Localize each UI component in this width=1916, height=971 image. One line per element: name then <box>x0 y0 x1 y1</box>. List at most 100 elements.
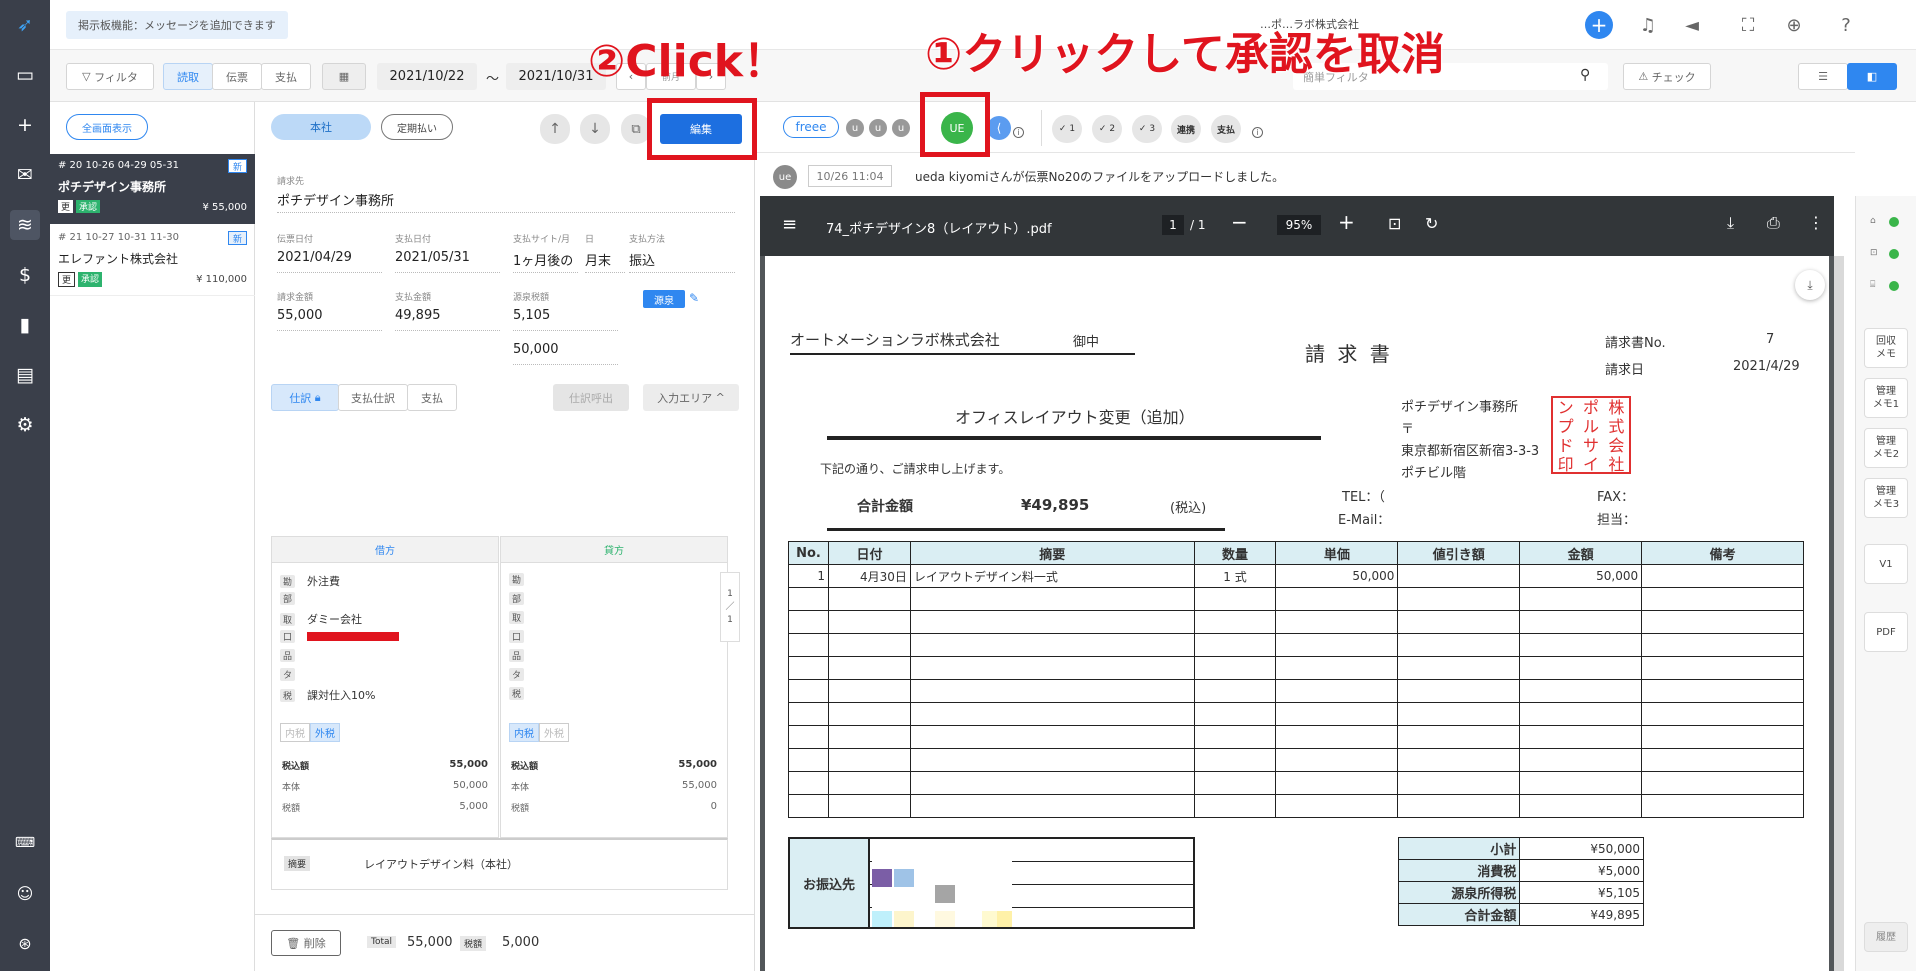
zoom-out-icon[interactable]: − <box>1231 210 1248 234</box>
tab-admin-memo-2[interactable]: 管理 メモ2 <box>1864 428 1908 468</box>
arrow-up-icon[interactable]: ↑ <box>540 114 570 144</box>
debit-row-account[interactable]: 勘外注費 <box>280 573 340 589</box>
tab-pay-shiwake[interactable]: 支払仕訳 <box>338 384 408 411</box>
credit-row-item[interactable]: 品 <box>509 649 524 662</box>
support-icon[interactable]: ⊕ <box>1780 11 1808 39</box>
logout-icon[interactable]: ⊛ <box>10 928 40 958</box>
debit-tax-in-toggle[interactable]: 内税 <box>280 723 310 742</box>
debit-tax-out-toggle[interactable]: 外税 <box>310 723 340 742</box>
list-item[interactable]: # 20 10-26 04-29 05-31 新 ポチデザイン事務所 更 承認 … <box>50 154 255 224</box>
credit-row-tag[interactable]: タ <box>509 668 524 681</box>
zoom-in-icon[interactable]: + <box>1338 210 1355 234</box>
debit-row-tag[interactable]: タ <box>280 668 307 681</box>
tab-collect-memo[interactable]: 回収 メモ <box>1864 328 1908 368</box>
edit-pencil-icon[interactable]: ✎ <box>689 291 699 305</box>
search-icon[interactable]: ⚲ <box>1580 67 1590 83</box>
add-circle-icon[interactable]: + <box>1585 11 1613 39</box>
memo-row[interactable]: 摘要 レイアウトデザイン料（本社） <box>271 838 728 890</box>
save-icon[interactable]: ⤓ <box>1795 270 1825 300</box>
debit-row-dept[interactable]: 部 <box>280 592 307 605</box>
pay-method-value[interactable]: 振込 <box>629 250 655 269</box>
check-1-button[interactable]: ✓ 1 <box>1052 115 1082 143</box>
renkei-button[interactable]: 連携 <box>1171 115 1201 143</box>
shiharai-check-button[interactable]: 支払 <box>1211 115 1241 143</box>
scan-icon[interactable]: ⊡ <box>1870 248 1878 258</box>
base-amount-value[interactable]: 50,000 <box>513 342 559 357</box>
client-value[interactable]: ポチデザイン事務所 <box>277 190 394 209</box>
bank-icon[interactable]: ⌸ <box>1870 280 1875 290</box>
slip-date-value[interactable]: 2021/04/29 <box>277 250 352 265</box>
add-icon[interactable]: + <box>10 110 40 140</box>
page-input[interactable]: 1 <box>1162 215 1184 235</box>
approver-avatar[interactable]: u <box>846 119 864 137</box>
debit-row-tax[interactable]: 税課対仕入10% <box>280 687 375 703</box>
tab-history[interactable]: 履歴 <box>1864 922 1908 952</box>
download-icon[interactable]: ⤓ <box>1727 213 1734 233</box>
credit-row-account[interactable]: 勘 <box>509 573 524 586</box>
menu-icon[interactable]: ≡ <box>782 214 797 235</box>
pay-day-value[interactable]: 月末 <box>585 250 611 269</box>
dollar-icon[interactable]: $ <box>10 260 40 290</box>
debit-row-bank[interactable]: 口 <box>280 630 399 643</box>
tab-shiwake[interactable]: 仕訳 🔒︎ <box>271 384 339 411</box>
bell-icon[interactable]: ♫ <box>1634 11 1662 39</box>
tab-admin-memo-1[interactable]: 管理 メモ1 <box>1864 378 1908 418</box>
delete-button[interactable]: 🗑︎ 削除 <box>271 930 341 956</box>
credit-row-dept[interactable]: 部 <box>509 592 524 605</box>
pdf-scrollbar[interactable] <box>1834 256 1844 971</box>
arrow-down-icon[interactable]: ↓ <box>580 114 610 144</box>
input-area-button[interactable]: 入力エリア ^ <box>643 384 739 411</box>
withholding-value[interactable]: 5,105 <box>513 308 550 323</box>
gensen-button[interactable]: 源泉 <box>643 290 685 308</box>
credit-row-tax[interactable]: 税 <box>509 687 524 700</box>
tab-shiharai[interactable]: 支払 <box>261 63 311 90</box>
check-3-button[interactable]: ✓ 3 <box>1132 115 1162 143</box>
info-icon[interactable]: i <box>1252 127 1263 138</box>
print-icon[interactable]: ⎙ <box>1767 213 1780 233</box>
tab-yomitori[interactable]: 読取 <box>163 63 213 90</box>
fullscreen-icon[interactable]: ⛶ <box>1734 11 1762 39</box>
tab-pdf[interactable]: PDF <box>1864 612 1908 652</box>
credit-row-partner[interactable]: 取 <box>509 611 524 624</box>
book-icon[interactable]: ▤ <box>10 360 40 390</box>
layers-icon[interactable]: ≋ <box>10 210 40 240</box>
mail-icon[interactable]: ✉ <box>10 160 40 190</box>
inbox-icon[interactable]: ▭ <box>10 60 40 90</box>
approver-avatar[interactable]: u <box>892 119 910 137</box>
tab-admin-memo-3[interactable]: 管理 メモ3 <box>1864 478 1908 518</box>
honsha-button[interactable]: 本社 <box>271 114 371 140</box>
gear-icon[interactable]: ⚙ <box>10 410 40 440</box>
user-icon[interactable]: ☺ <box>10 878 40 908</box>
freee-link-badge[interactable]: freee <box>783 116 839 138</box>
tab-pay[interactable]: 支払 <box>407 384 457 411</box>
pay-date-value[interactable]: 2021/05/31 <box>395 250 470 265</box>
filter-button[interactable]: ▽ フィルタ <box>66 63 154 90</box>
tab-denpyo[interactable]: 伝票 <box>212 63 262 90</box>
approver-avatar[interactable]: u <box>869 119 887 137</box>
date-from-input[interactable]: 2021/10/22 <box>377 63 477 90</box>
megaphone-icon[interactable]: ◄ <box>1678 11 1706 39</box>
chart-icon[interactable]: ▮ <box>10 310 40 340</box>
debit-row-partner[interactable]: 取ダミー会社 <box>280 611 362 627</box>
list-view-icon[interactable]: ☰ <box>1798 63 1848 90</box>
rotate-icon[interactable]: ↻ <box>1425 214 1438 233</box>
debit-row-item[interactable]: 品 <box>280 649 307 662</box>
check-2-button[interactable]: ✓ 2 <box>1092 115 1122 143</box>
split-view-icon[interactable]: ◧ <box>1847 63 1897 90</box>
more-vert-icon[interactable]: ⋮ <box>1808 213 1824 232</box>
credit-tax-in-toggle[interactable]: 内税 <box>509 723 539 742</box>
share-icon[interactable]: ⟨ <box>987 116 1011 140</box>
page-indicator[interactable]: 1 ／ 1 <box>720 572 740 642</box>
app-logo-icon[interactable]: ➶ <box>10 10 40 40</box>
calendar-icon[interactable]: ▦ <box>322 63 366 90</box>
keyboard-icon[interactable]: ⌨ <box>10 828 40 858</box>
info-icon[interactable]: i <box>1013 127 1024 138</box>
list-item[interactable]: # 21 10-27 10-31 11-30 新 エレファント株式会社 更 承認… <box>50 226 255 296</box>
fit-page-icon[interactable]: ⊡ <box>1388 214 1401 233</box>
zoom-input[interactable]: 95% <box>1277 215 1321 235</box>
invoice-amount-value[interactable]: 55,000 <box>277 308 323 323</box>
pay-site-value[interactable]: 1ヶ月後の <box>513 250 573 269</box>
credit-row-bank[interactable]: 口 <box>509 630 524 643</box>
cap-icon[interactable]: ⌂ <box>1870 216 1876 226</box>
credit-tax-out-toggle[interactable]: 外税 <box>539 723 569 742</box>
